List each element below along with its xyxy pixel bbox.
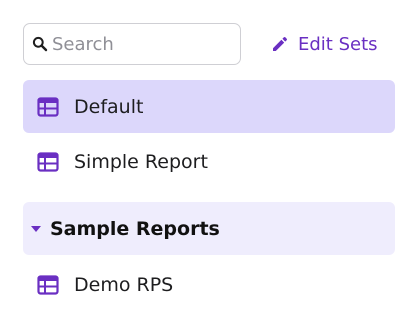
edit-sets-button[interactable]: Edit Sets bbox=[271, 34, 378, 55]
table-icon bbox=[37, 274, 59, 295]
toolbar: Edit Sets bbox=[23, 23, 394, 65]
report-sets-panel: Edit Sets Default Simple Report bbox=[0, 0, 406, 328]
search-input[interactable] bbox=[52, 33, 232, 55]
caret-down-icon[interactable] bbox=[31, 225, 41, 233]
report-item-default[interactable]: Default bbox=[23, 80, 395, 133]
table-icon bbox=[37, 151, 59, 172]
report-item-label: Simple Report bbox=[74, 150, 208, 173]
pencil-icon bbox=[271, 35, 289, 53]
report-item-label: Default bbox=[74, 95, 144, 118]
group-header-sample-reports[interactable]: Sample Reports bbox=[23, 202, 395, 255]
search-icon bbox=[32, 36, 48, 52]
edit-sets-label: Edit Sets bbox=[298, 33, 378, 55]
search-box[interactable] bbox=[23, 23, 241, 65]
group-label: Sample Reports bbox=[50, 217, 220, 240]
table-icon bbox=[37, 96, 59, 117]
report-item-demo-rps[interactable]: Demo RPS bbox=[23, 258, 395, 311]
report-item-simple-report[interactable]: Simple Report bbox=[23, 135, 395, 188]
report-item-label: Demo RPS bbox=[74, 273, 174, 296]
